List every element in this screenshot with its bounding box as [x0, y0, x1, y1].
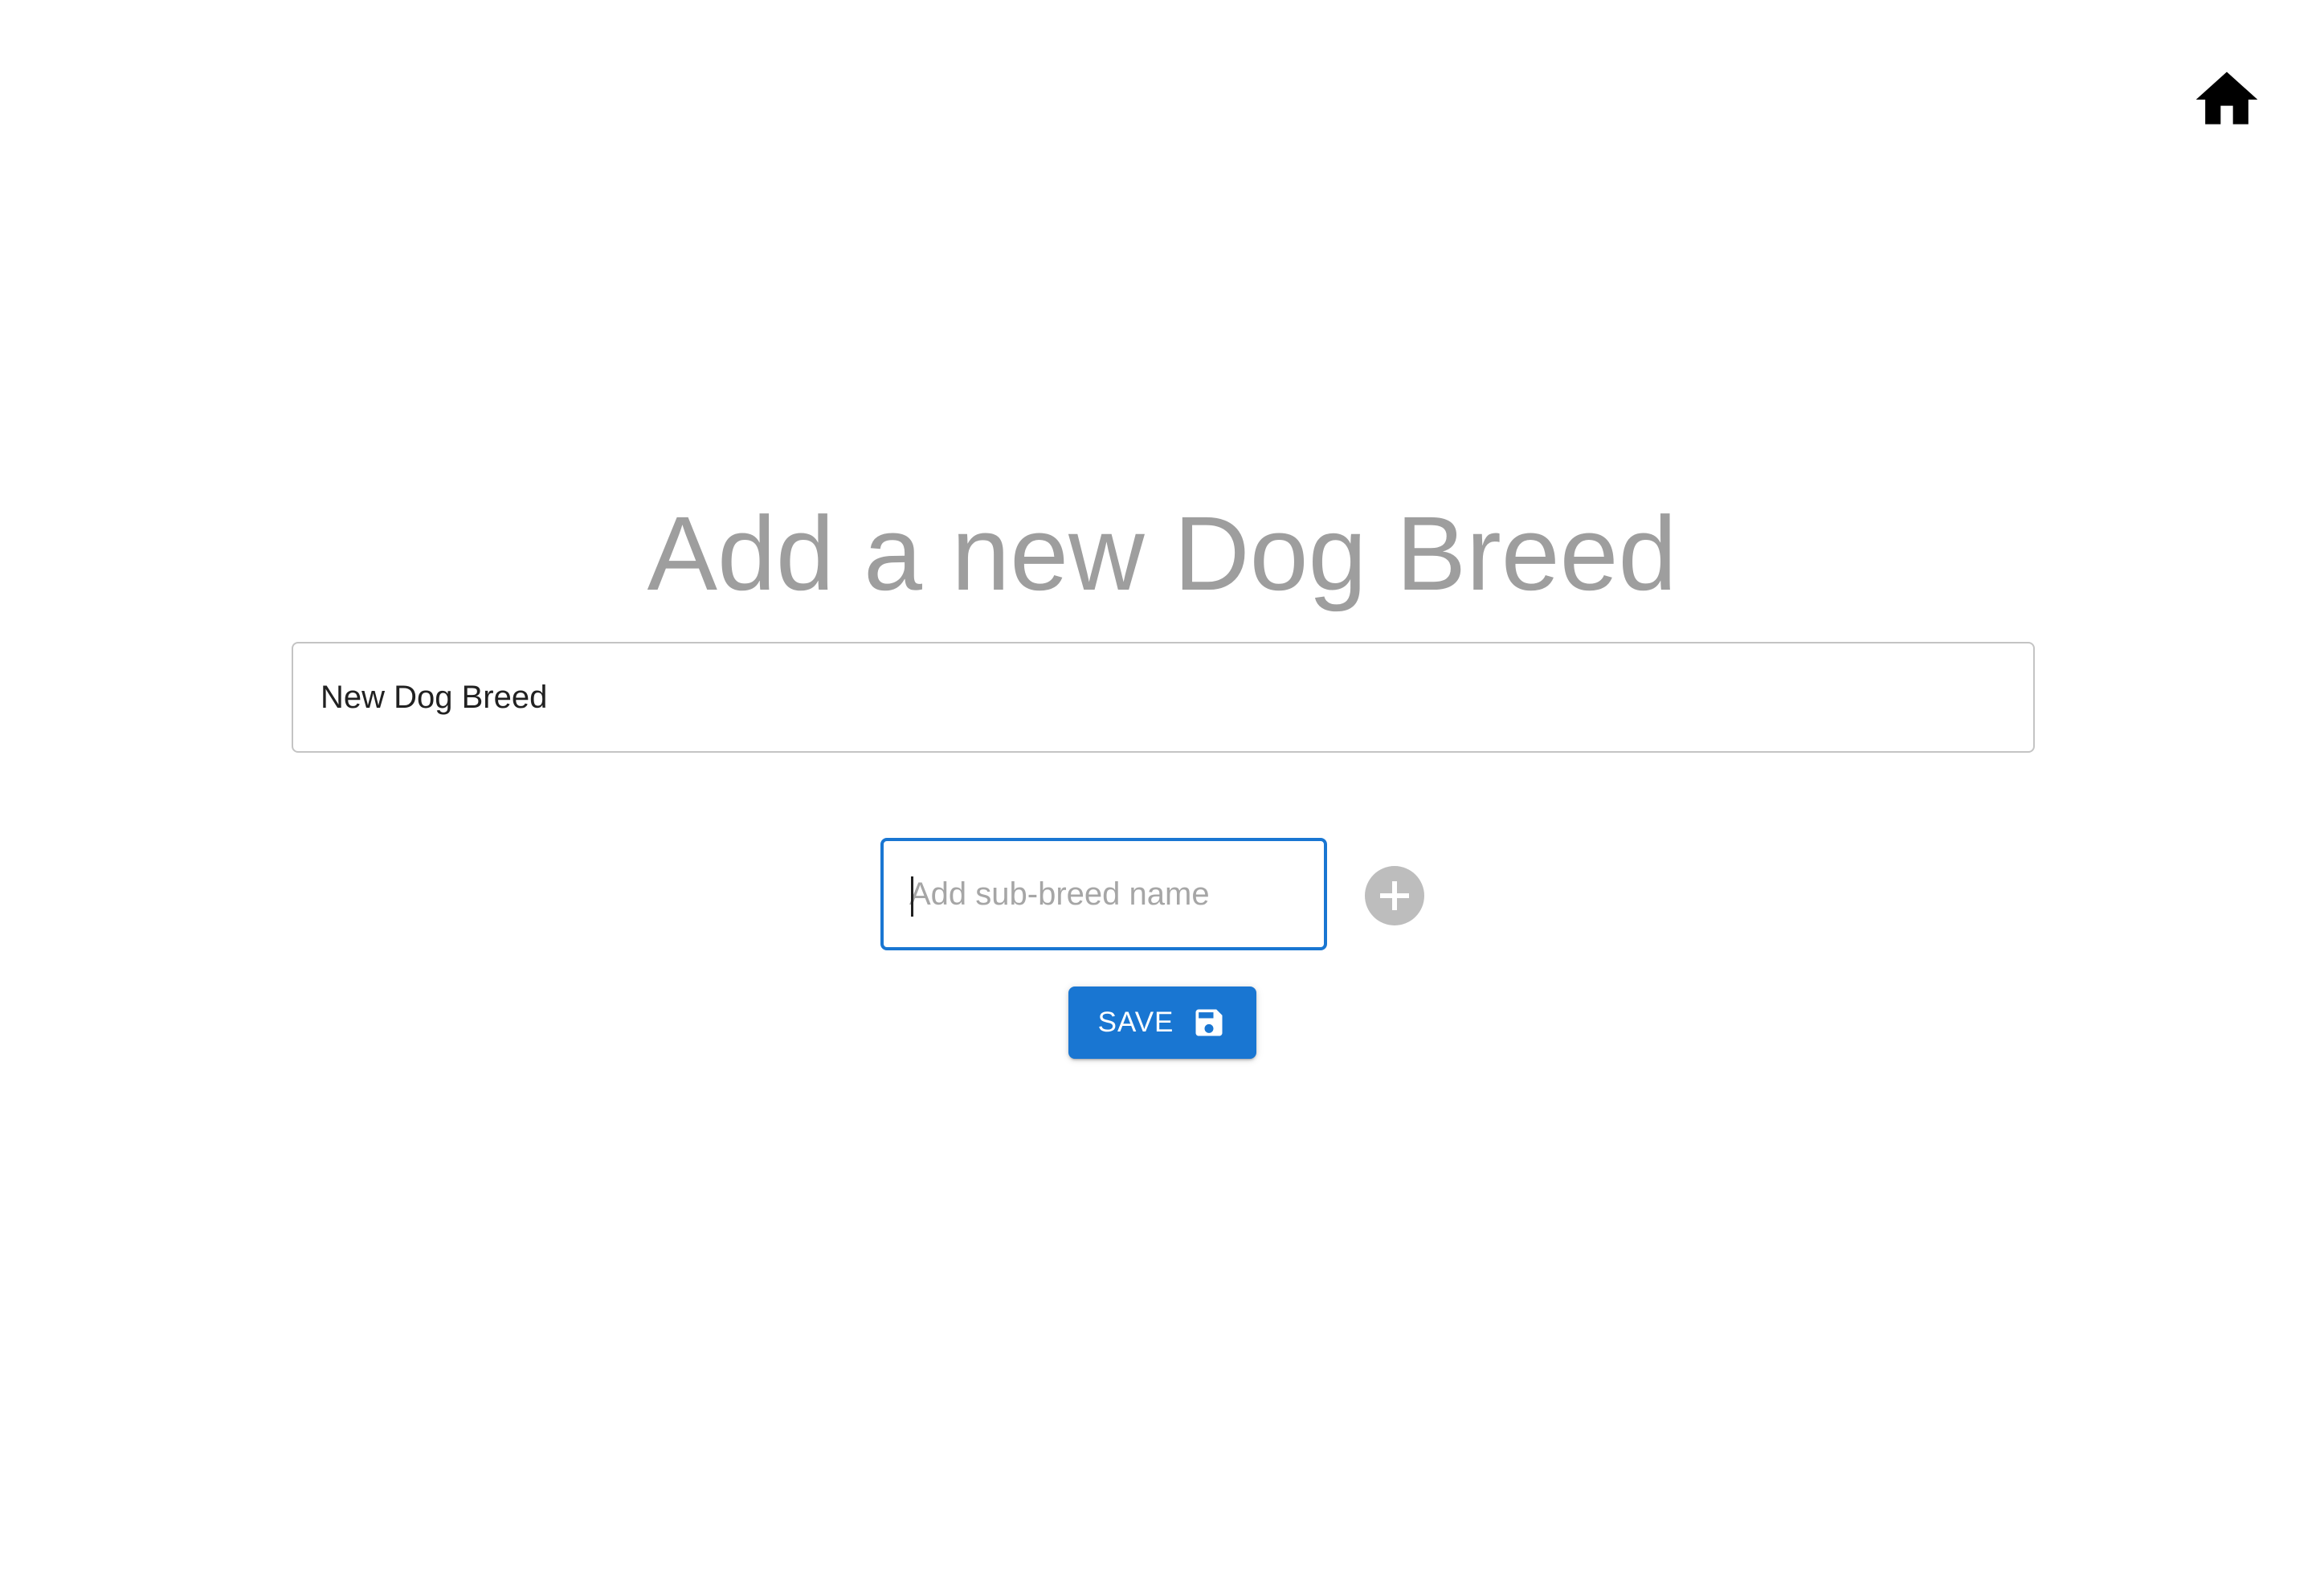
page: Add a new Dog Breed SAVE: [0, 0, 2324, 1589]
breed-name-input[interactable]: [293, 643, 2033, 751]
add-sub-breed-button[interactable]: [1365, 866, 1424, 925]
home-icon: [2190, 63, 2264, 137]
save-button-label: SAVE: [1097, 1007, 1174, 1038]
home-button[interactable]: [2190, 63, 2264, 137]
sub-breed-input[interactable]: [884, 841, 1324, 947]
plus-circle-icon: [1365, 866, 1424, 925]
sub-breed-field: [880, 838, 1327, 950]
text-cursor: [911, 876, 913, 917]
page-title: Add a new Dog Breed: [647, 494, 1677, 612]
breed-name-field: [292, 642, 2035, 753]
floppy-disk-icon: [1191, 1005, 1227, 1040]
save-button[interactable]: SAVE: [1068, 986, 1256, 1059]
